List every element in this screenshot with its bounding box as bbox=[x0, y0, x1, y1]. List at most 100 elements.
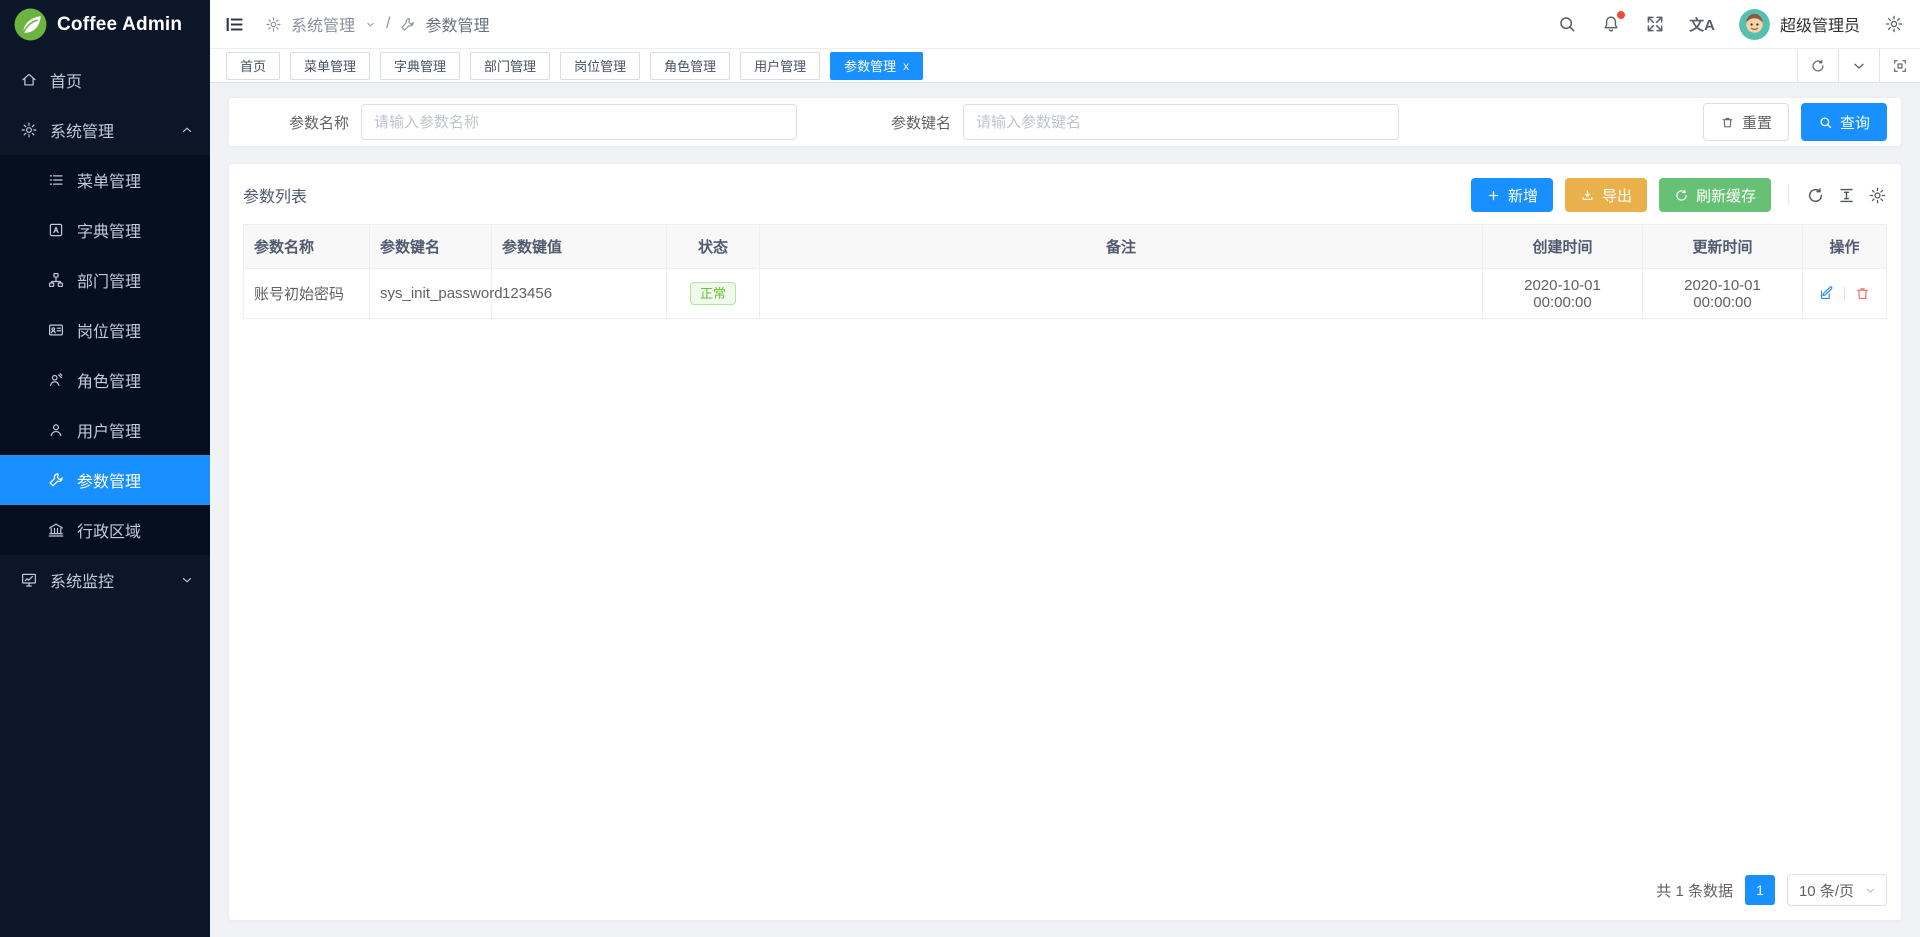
col-updated: 更新时间 bbox=[1643, 225, 1803, 269]
sidebar-item-user-management[interactable]: 用户管理 bbox=[0, 405, 210, 455]
tabs-dropdown-button[interactable] bbox=[1838, 49, 1879, 82]
download-icon bbox=[1580, 188, 1595, 203]
sidebar-item-system-monitor[interactable]: 系统监控 bbox=[0, 555, 210, 605]
top-navbar: 系统管理 / 参数管理 bbox=[210, 0, 1920, 49]
sidebar-item-dict-management[interactable]: 字典管理 bbox=[0, 205, 210, 255]
param-name-input[interactable] bbox=[361, 104, 797, 140]
add-button[interactable]: 新增 bbox=[1471, 178, 1553, 212]
refresh-icon bbox=[1806, 186, 1825, 205]
username: 超级管理员 bbox=[1780, 12, 1860, 36]
param-list-card: 参数列表 新增 导出 bbox=[228, 163, 1902, 921]
notification-dot bbox=[1617, 11, 1625, 19]
tab-post-management[interactable]: 岗位管理 bbox=[560, 52, 640, 80]
table-header-row: 参数名称 参数键名 参数键值 状态 备注 创建时间 更新时间 操作 bbox=[244, 225, 1887, 269]
list-icon bbox=[47, 171, 65, 189]
page-size-select[interactable]: 10 条/页 bbox=[1787, 874, 1887, 906]
tab-label: 参数管理 bbox=[844, 56, 896, 75]
table-toolbar: 新增 导出 刷新缓存 bbox=[1471, 178, 1887, 212]
sidebar-item-role-management[interactable]: 角色管理 bbox=[0, 355, 210, 405]
sidebar-item-label: 岗位管理 bbox=[77, 318, 141, 342]
column-settings-button[interactable] bbox=[1868, 186, 1887, 205]
page-1-button[interactable]: 1 bbox=[1745, 875, 1775, 905]
sidebar-item-label: 行政区域 bbox=[77, 518, 141, 542]
pagination: 共 1 条数据 1 10 条/页 bbox=[243, 866, 1887, 906]
sidebar-menu: 首页 系统管理 菜单管理 bbox=[0, 49, 210, 937]
breadcrumb-parent[interactable]: 系统管理 bbox=[291, 12, 355, 36]
reset-button[interactable]: 重置 bbox=[1703, 103, 1789, 141]
translate-icon[interactable]: 文A bbox=[1689, 14, 1715, 35]
search-form: 参数名称 参数键名 重置 bbox=[228, 97, 1902, 147]
notifications-button[interactable] bbox=[1601, 14, 1621, 34]
cell-created: 2020-10-01 00:00:00 bbox=[1483, 269, 1643, 319]
fullscreen-button[interactable] bbox=[1645, 14, 1665, 34]
param-key-field: 参数键名 bbox=[845, 104, 1399, 140]
breadcrumb: 系统管理 / 参数管理 bbox=[265, 12, 489, 36]
col-param-value: 参数键值 bbox=[492, 225, 667, 269]
edit-row-button[interactable] bbox=[1818, 285, 1835, 302]
dict-icon bbox=[47, 221, 65, 239]
user-icon bbox=[47, 421, 65, 439]
app-title: Coffee Admin bbox=[57, 14, 182, 36]
col-param-key: 参数键名 bbox=[370, 225, 492, 269]
wrench-icon bbox=[399, 16, 416, 33]
header-search-button[interactable] bbox=[1557, 14, 1577, 34]
column-height-icon bbox=[1837, 186, 1856, 205]
chevron-down-icon bbox=[180, 573, 194, 587]
gear-icon bbox=[1884, 14, 1904, 34]
card-spacer bbox=[243, 319, 1887, 866]
role-icon bbox=[47, 371, 65, 389]
tab-user-management[interactable]: 用户管理 bbox=[740, 52, 820, 80]
param-key-input[interactable] bbox=[963, 104, 1399, 140]
row-height-button[interactable] bbox=[1837, 186, 1856, 205]
refresh-cache-button-label: 刷新缓存 bbox=[1696, 185, 1756, 206]
tab-home[interactable]: 首页 bbox=[226, 52, 280, 80]
param-key-label: 参数键名 bbox=[845, 112, 963, 133]
app-logo: Coffee Admin bbox=[0, 0, 210, 49]
col-created: 创建时间 bbox=[1483, 225, 1643, 269]
export-button-label: 导出 bbox=[1602, 185, 1632, 206]
maximize-view-button[interactable] bbox=[1879, 49, 1920, 82]
refresh-table-button[interactable] bbox=[1806, 186, 1825, 205]
sidebar-item-system-management[interactable]: 系统管理 bbox=[0, 105, 210, 155]
refresh-tab-button[interactable] bbox=[1797, 49, 1838, 82]
chevron-up-icon bbox=[180, 123, 194, 137]
sidebar-item-label: 系统管理 bbox=[50, 118, 114, 142]
tab-menu-management[interactable]: 菜单管理 bbox=[290, 52, 370, 80]
navbar-actions: 文A 超级管理员 bbox=[1557, 9, 1904, 40]
tags-view-bar: 首页 菜单管理 字典管理 部门管理 岗位管理 角色管理 用户管理 参数管理 x bbox=[210, 49, 1920, 83]
cell-param-name: 账号初始密码 bbox=[244, 269, 370, 319]
sidebar-item-home[interactable]: 首页 bbox=[0, 55, 210, 105]
fold-sidebar-button[interactable] bbox=[224, 14, 245, 35]
chevron-down-icon bbox=[364, 18, 377, 31]
tab-dept-management[interactable]: 部门管理 bbox=[470, 52, 550, 80]
refresh-cache-button[interactable]: 刷新缓存 bbox=[1659, 178, 1771, 212]
sidebar-item-post-management[interactable]: 岗位管理 bbox=[0, 305, 210, 355]
page-size-value: 10 条/页 bbox=[1799, 880, 1854, 901]
sidebar-item-menu-management[interactable]: 菜单管理 bbox=[0, 155, 210, 205]
trash-icon bbox=[1854, 285, 1871, 302]
avatar bbox=[1739, 9, 1770, 40]
search-form-actions: 重置 查询 bbox=[1703, 103, 1887, 141]
search-button-label: 查询 bbox=[1840, 112, 1870, 133]
sidebar-item-param-management[interactable]: 参数管理 bbox=[0, 455, 210, 505]
add-button-label: 新增 bbox=[1508, 185, 1538, 206]
col-actions: 操作 bbox=[1803, 225, 1887, 269]
user-menu[interactable]: 超级管理员 bbox=[1739, 9, 1860, 40]
tab-param-management[interactable]: 参数管理 x bbox=[830, 52, 923, 80]
tab-close-icon[interactable]: x bbox=[903, 60, 909, 72]
fullscreen-icon bbox=[1645, 14, 1665, 34]
app-root: Coffee Admin 首页 系统管理 bbox=[0, 0, 1920, 937]
search-button[interactable]: 查询 bbox=[1801, 103, 1887, 141]
sidebar-item-label: 角色管理 bbox=[77, 368, 141, 392]
search-icon bbox=[1557, 14, 1577, 34]
tab-dict-management[interactable]: 字典管理 bbox=[380, 52, 460, 80]
export-button[interactable]: 导出 bbox=[1565, 178, 1647, 212]
settings-button[interactable] bbox=[1884, 14, 1904, 34]
sidebar-item-admin-region[interactable]: 行政区域 bbox=[0, 505, 210, 555]
page-content: 参数名称 参数键名 重置 bbox=[210, 83, 1920, 937]
tab-role-management[interactable]: 角色管理 bbox=[650, 52, 730, 80]
delete-row-button[interactable] bbox=[1854, 285, 1871, 302]
cell-param-key: sys_init_password bbox=[370, 269, 492, 319]
sidebar-item-dept-management[interactable]: 部门管理 bbox=[0, 255, 210, 305]
cell-remark bbox=[760, 269, 1483, 319]
